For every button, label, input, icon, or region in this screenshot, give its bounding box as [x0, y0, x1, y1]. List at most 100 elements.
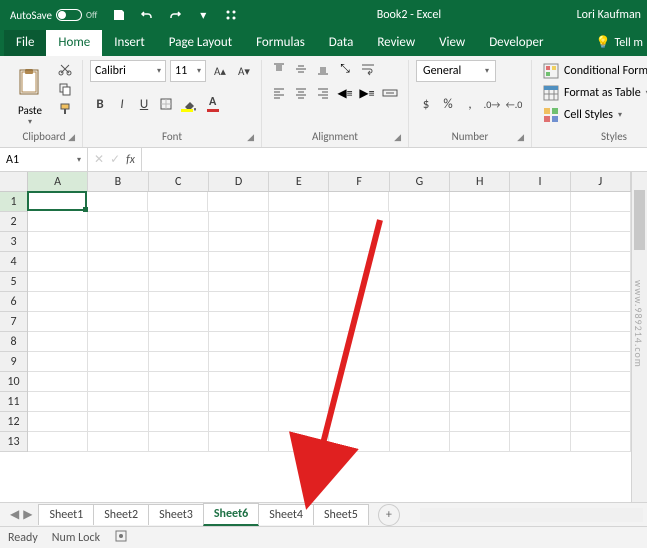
- cell[interactable]: [450, 352, 510, 372]
- decrease-indent-icon[interactable]: ◀≡: [335, 84, 355, 102]
- cell[interactable]: [149, 272, 209, 292]
- tab-formulas[interactable]: Formulas: [244, 30, 317, 56]
- sheet-tab[interactable]: Sheet5: [313, 504, 369, 525]
- row-header[interactable]: 3: [0, 232, 27, 252]
- format-painter-icon[interactable]: [55, 100, 75, 118]
- formula-input[interactable]: [142, 148, 647, 171]
- number-launcher-icon[interactable]: ◢: [517, 132, 524, 143]
- alignment-launcher-icon[interactable]: ◢: [394, 132, 401, 143]
- tab-insert[interactable]: Insert: [102, 30, 157, 56]
- tell-me[interactable]: 💡Tell m: [583, 30, 643, 56]
- align-center-icon[interactable]: [291, 84, 311, 102]
- col-header[interactable]: H: [450, 172, 510, 191]
- cell[interactable]: [450, 212, 510, 232]
- cut-icon[interactable]: [55, 60, 75, 78]
- cell[interactable]: [269, 192, 329, 212]
- merge-center-icon[interactable]: [379, 84, 401, 102]
- cell[interactable]: [450, 272, 510, 292]
- col-header[interactable]: E: [269, 172, 329, 191]
- cell[interactable]: [269, 332, 329, 352]
- increase-decimal-icon[interactable]: .0→: [482, 94, 502, 114]
- cell[interactable]: [209, 332, 269, 352]
- cell[interactable]: [149, 372, 209, 392]
- cell[interactable]: [510, 432, 570, 452]
- col-header[interactable]: B: [88, 172, 148, 191]
- borders-icon[interactable]: [156, 94, 176, 114]
- decrease-font-icon[interactable]: A▾: [234, 61, 254, 81]
- sheet-tab[interactable]: Sheet3: [148, 504, 204, 525]
- cell-A1[interactable]: [27, 191, 87, 211]
- align-right-icon[interactable]: [313, 84, 333, 102]
- cell[interactable]: [209, 272, 269, 292]
- cell[interactable]: [450, 372, 510, 392]
- enter-formula-icon[interactable]: ✓: [110, 152, 120, 167]
- cell[interactable]: [28, 272, 88, 292]
- col-header[interactable]: G: [390, 172, 450, 191]
- redo-icon[interactable]: [165, 5, 185, 25]
- cell[interactable]: [269, 252, 329, 272]
- cell[interactable]: [209, 412, 269, 432]
- align-top-icon[interactable]: [269, 60, 289, 78]
- col-header[interactable]: A: [28, 172, 88, 191]
- cell[interactable]: [450, 312, 510, 332]
- cell[interactable]: [390, 272, 450, 292]
- cell[interactable]: [450, 292, 510, 312]
- row-header[interactable]: 13: [0, 432, 27, 452]
- row-header[interactable]: 9: [0, 352, 27, 372]
- cell[interactable]: [88, 432, 148, 452]
- cell[interactable]: [88, 312, 148, 332]
- autosave-toggle[interactable]: AutoSave Off: [6, 9, 101, 22]
- cell[interactable]: [28, 212, 88, 232]
- font-color-button[interactable]: A: [204, 94, 228, 114]
- row-header[interactable]: 1: [0, 192, 27, 212]
- orientation-icon[interactable]: ⤡: [335, 60, 355, 78]
- number-format-combo[interactable]: General▾: [416, 60, 496, 82]
- cell[interactable]: [450, 252, 510, 272]
- cell[interactable]: [209, 212, 269, 232]
- tab-file[interactable]: File: [4, 30, 46, 56]
- sheet-tab[interactable]: Sheet4: [258, 504, 314, 525]
- cell[interactable]: [450, 232, 510, 252]
- cell[interactable]: [389, 192, 449, 212]
- cell[interactable]: [149, 252, 209, 272]
- cell[interactable]: [209, 232, 269, 252]
- save-icon[interactable]: [109, 5, 129, 25]
- cell[interactable]: [510, 372, 570, 392]
- wrap-text-icon[interactable]: [357, 60, 379, 78]
- tab-review[interactable]: Review: [365, 30, 427, 56]
- cell[interactable]: [450, 432, 510, 452]
- cell[interactable]: [329, 392, 389, 412]
- cell[interactable]: [88, 252, 148, 272]
- cell[interactable]: [269, 412, 329, 432]
- cell[interactable]: [510, 292, 570, 312]
- cell[interactable]: [510, 252, 570, 272]
- cell[interactable]: [149, 432, 209, 452]
- new-sheet-button[interactable]: +: [378, 504, 400, 526]
- col-header[interactable]: F: [329, 172, 389, 191]
- clipboard-launcher-icon[interactable]: ◢: [68, 132, 75, 143]
- cell[interactable]: [28, 232, 88, 252]
- cell[interactable]: [329, 252, 389, 272]
- cell[interactable]: [510, 272, 570, 292]
- font-name-combo[interactable]: Calibri▾: [90, 60, 166, 82]
- cell[interactable]: [209, 392, 269, 412]
- cell[interactable]: [28, 292, 88, 312]
- cell[interactable]: [209, 372, 269, 392]
- cell[interactable]: [390, 392, 450, 412]
- tab-data[interactable]: Data: [317, 30, 366, 56]
- cell[interactable]: [269, 372, 329, 392]
- cell[interactable]: [571, 412, 631, 432]
- cell[interactable]: [390, 332, 450, 352]
- cell[interactable]: [28, 312, 88, 332]
- cell[interactable]: [269, 432, 329, 452]
- cell[interactable]: [149, 332, 209, 352]
- cell[interactable]: [88, 392, 148, 412]
- cell[interactable]: [88, 332, 148, 352]
- cell[interactable]: [149, 212, 209, 232]
- cell[interactable]: [269, 352, 329, 372]
- copy-icon[interactable]: [55, 80, 75, 98]
- cell[interactable]: [28, 412, 88, 432]
- cell[interactable]: [510, 212, 570, 232]
- cell[interactable]: [209, 252, 269, 272]
- row-header[interactable]: 2: [0, 212, 27, 232]
